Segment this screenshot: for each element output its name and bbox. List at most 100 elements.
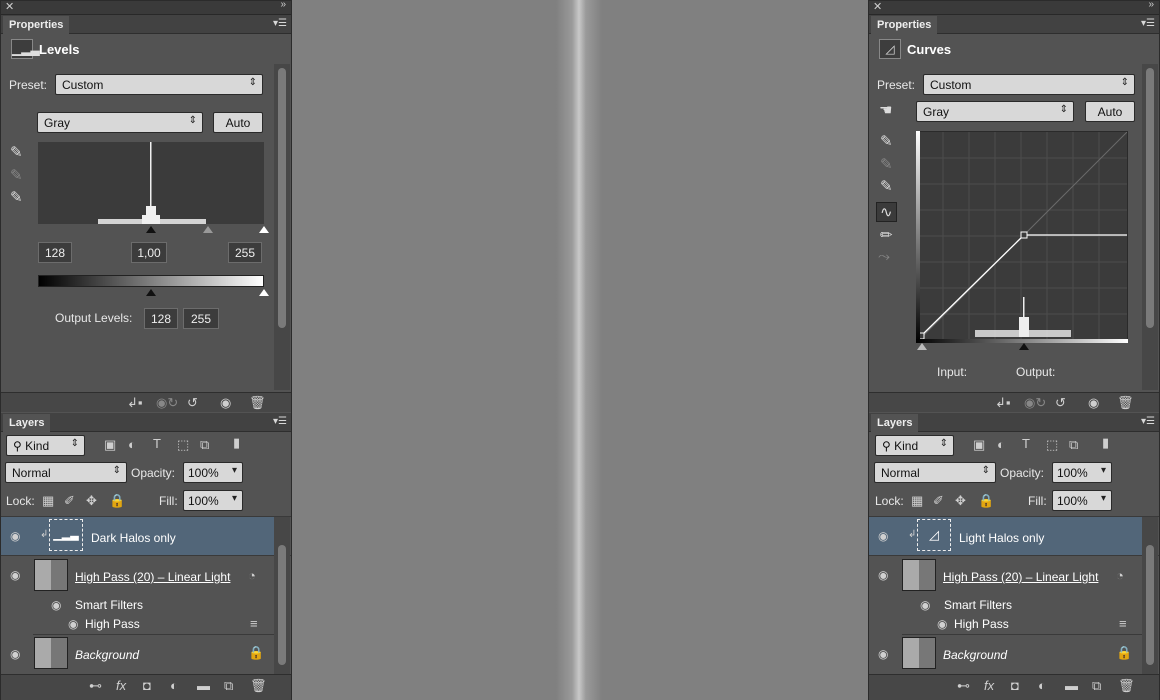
chevron-down-icon[interactable]: ▾	[1101, 465, 1106, 476]
input-gamma-field[interactable]: 1,00	[131, 242, 167, 263]
curve-tool-icon[interactable]: ∿	[876, 202, 897, 222]
scroll-thumb[interactable]	[278, 545, 286, 665]
layer-row-highpass[interactable]: ◉ High Pass (20) – Linear Light ◔	[869, 556, 1144, 596]
eye-icon[interactable]: ◉	[10, 647, 20, 661]
black-output-slider[interactable]	[146, 289, 156, 296]
trash-icon[interactable]: 🗑	[249, 395, 266, 411]
lock-move-icon[interactable]: ✥	[86, 493, 97, 509]
layer-row-highpass[interactable]: ◉ High Pass (20) – Linear Light ◔	[1, 556, 276, 596]
filter-adjustment-icon[interactable]: ◐	[128, 437, 136, 452]
layer-name[interactable]: High Pass (20) – Linear Light	[943, 570, 1098, 584]
view-previous-icon[interactable]: ◉↻	[1024, 395, 1046, 411]
adjustment-icon[interactable]: ◐	[1038, 678, 1046, 693]
reset-icon[interactable]: ↺	[1055, 395, 1066, 411]
filter-options-icon[interactable]: ≡	[1119, 616, 1127, 631]
smooth-icon[interactable]: ⤳	[878, 248, 890, 265]
folder-icon[interactable]: ▬	[197, 678, 210, 693]
reset-icon[interactable]: ↺	[187, 395, 198, 411]
auto-button[interactable]: Auto	[1085, 101, 1135, 122]
new-layer-icon[interactable]: ⧉	[224, 678, 233, 694]
preset-dropdown[interactable]: Custom ⇕	[923, 74, 1135, 95]
filter-toggle-icon[interactable]: ▮	[233, 435, 240, 451]
chevron-down-icon[interactable]: ▾	[232, 493, 237, 504]
layer-row-background[interactable]: ◉ Background 🔒	[1, 635, 276, 673]
eye-icon[interactable]: ◉	[10, 568, 20, 582]
layer-name[interactable]: High Pass (20) – Linear Light	[75, 570, 230, 584]
opacity-field[interactable]: 100% ▾	[1052, 462, 1112, 483]
filter-adjustment-icon[interactable]: ◐	[997, 437, 1005, 452]
eye-icon[interactable]: ◉	[878, 647, 888, 661]
layer-row-adjustment[interactable]: ◉ ↲ ▁▂▃ Dark Halos only	[1, 517, 276, 555]
blend-mode-dropdown[interactable]: Normal ⇕	[874, 462, 996, 483]
trash-icon[interactable]: 🗑	[1117, 395, 1134, 411]
input-black-field[interactable]: 128	[38, 242, 72, 263]
scroll-thumb[interactable]	[1146, 68, 1154, 328]
properties-tab[interactable]: Properties	[3, 16, 70, 34]
preset-dropdown[interactable]: Custom ⇕	[55, 74, 263, 95]
white-input-slider[interactable]	[259, 226, 269, 233]
hand-target-icon[interactable]: ☚	[879, 101, 892, 119]
layers-scrollbar[interactable]	[274, 517, 290, 675]
trash-icon[interactable]: 🗑	[250, 678, 267, 694]
collapse-icon[interactable]: »	[1148, 0, 1154, 10]
adjustment-icon[interactable]: ◐	[170, 678, 178, 693]
scroll-thumb[interactable]	[278, 68, 286, 328]
collapse-icon[interactable]: »	[280, 0, 286, 10]
eye-icon[interactable]: ◉	[10, 529, 20, 543]
layer-filter-dropdown[interactable]: ⚲ Kind ⇕	[6, 435, 85, 456]
chevron-down-icon[interactable]: ▾	[1101, 493, 1106, 504]
black-point-slider[interactable]	[917, 343, 927, 350]
opacity-field[interactable]: 100% ▾	[183, 462, 243, 483]
fill-field[interactable]: 100% ▾	[183, 490, 243, 511]
lock-paint-icon[interactable]: ✐	[64, 493, 75, 509]
filter-shape-icon[interactable]: ⬚	[177, 437, 189, 453]
channel-dropdown[interactable]: Gray ⇕	[916, 101, 1074, 122]
layer-name[interactable]: Background	[75, 648, 139, 662]
high-pass-filter[interactable]: High Pass	[85, 617, 140, 631]
panel-menu-icon[interactable]: ▾☰	[273, 18, 287, 29]
white-point-slider[interactable]	[1019, 343, 1029, 350]
gamma-input-slider[interactable]	[203, 226, 213, 233]
lock-paint-icon[interactable]: ✐	[933, 493, 944, 509]
eye-icon[interactable]: ◉	[920, 598, 930, 612]
eyedropper-white-icon[interactable]: ✎	[10, 188, 23, 206]
filter-toggle-icon[interactable]: ▮	[1102, 435, 1109, 451]
layers-scrollbar[interactable]	[1142, 517, 1158, 675]
layers-tab[interactable]: Layers	[871, 414, 919, 432]
fill-field[interactable]: 100% ▾	[1052, 490, 1112, 511]
blend-mode-dropdown[interactable]: Normal ⇕	[5, 462, 127, 483]
filter-pixel-icon[interactable]: ▣	[973, 437, 985, 453]
filter-smart-object-icon[interactable]: ⧉	[200, 437, 209, 453]
link-icon[interactable]: ⊷	[89, 678, 102, 694]
eyedropper-black-icon[interactable]: ✎	[880, 132, 893, 150]
high-pass-filter[interactable]: High Pass	[954, 617, 1009, 631]
eye-icon[interactable]: ◉	[51, 598, 61, 612]
lock-all-icon[interactable]: 🔒	[109, 493, 125, 509]
visibility-icon[interactable]: ◉	[220, 395, 231, 411]
clip-icon[interactable]: ↲▪	[127, 395, 143, 411]
eye-icon[interactable]: ◉	[878, 529, 888, 543]
fx-icon[interactable]: fx	[116, 678, 126, 693]
layer-row-adjustment[interactable]: ◉ ↲ ◿ Light Halos only	[869, 517, 1144, 555]
eyedropper-gray-icon[interactable]: ✎	[10, 166, 23, 184]
close-icon[interactable]: ✕	[873, 0, 882, 13]
eye-icon[interactable]: ◉	[878, 568, 888, 582]
mask-icon[interactable]: ◘	[143, 678, 151, 693]
input-white-field[interactable]: 255	[228, 242, 262, 263]
filter-type-icon[interactable]: T	[1022, 436, 1030, 451]
curves-graph[interactable]	[916, 131, 1128, 343]
filter-options-icon[interactable]: ≡	[250, 616, 258, 631]
close-icon[interactable]: ✕	[5, 0, 14, 13]
channel-dropdown[interactable]: Gray ⇕	[37, 112, 203, 133]
panel-menu-icon[interactable]: ▾☰	[273, 416, 287, 427]
eyedropper-gray-icon[interactable]: ✎	[880, 155, 893, 173]
eyedropper-white-icon[interactable]: ✎	[880, 177, 893, 195]
filter-shape-icon[interactable]: ⬚	[1046, 437, 1058, 453]
black-input-slider[interactable]	[146, 226, 156, 233]
trash-icon[interactable]: 🗑	[1118, 678, 1135, 694]
lock-move-icon[interactable]: ✥	[955, 493, 966, 509]
lock-all-icon[interactable]: 🔒	[978, 493, 994, 509]
layer-name[interactable]: Background	[943, 648, 1007, 662]
auto-button[interactable]: Auto	[213, 112, 263, 133]
properties-scrollbar[interactable]	[1142, 64, 1158, 390]
